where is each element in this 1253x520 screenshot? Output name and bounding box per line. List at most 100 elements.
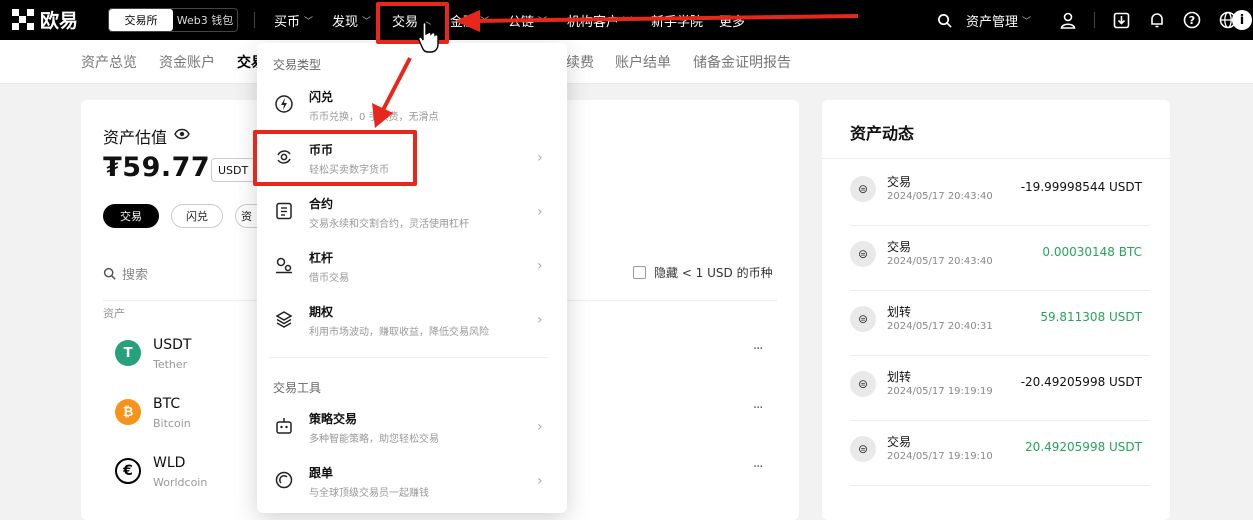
- nav-buy-crypto[interactable]: 买币 ﹀: [274, 0, 313, 40]
- nav-institutional[interactable]: 机构客户 ﹀: [567, 0, 632, 40]
- search-icon[interactable]: [934, 0, 954, 40]
- okx-logo-icon: [12, 8, 34, 31]
- trade-record-icon: ⊜: [850, 176, 876, 202]
- activity-row[interactable]: ⊜ 交易 2024/05/17 20:43:40 0.00030148 BTC: [850, 231, 1150, 291]
- copy-trade-icon: [273, 469, 295, 491]
- activity-type: 交易: [887, 240, 912, 254]
- svg-text:?: ?: [1189, 14, 1195, 27]
- menu-item-futures[interactable]: 合约 交易永续和交割合约，灵活使用杠杆 ›: [257, 190, 567, 244]
- hide-small-label: 隐藏 < 1 USD 的币种: [654, 266, 773, 280]
- user-icon[interactable]: [1058, 0, 1078, 40]
- checkbox[interactable]: [633, 266, 646, 279]
- asset-search[interactable]: 搜索: [103, 264, 148, 283]
- menu-item-trading-bots[interactable]: 策略交易 多种智能策略，助您轻松交易 ›: [257, 405, 567, 459]
- tab-statements[interactable]: 账户结单: [615, 52, 671, 72]
- activity-time: 2024/05/17 20:43:40: [887, 256, 993, 267]
- brand-logo[interactable]: 欧易: [12, 6, 78, 33]
- section-trade-types: 交易类型: [273, 58, 322, 72]
- activity-row[interactable]: ⊜ 划转 2024/05/17 20:40:31 59.811308 USDT: [850, 296, 1150, 356]
- asset-symbol: USDT: [153, 337, 192, 353]
- tab-fees[interactable]: 续费: [566, 52, 594, 72]
- menu-item-options[interactable]: 期权 利用市场波动，赚取收益，降低交易风险 ›: [257, 298, 567, 352]
- info-icon[interactable]: i: [1232, 10, 1252, 30]
- trade-dropdown-menu: 交易类型 闪兑 币币兑换，0 手续费，无滑点 币币 轻松买卖数字货币 › 合约 …: [257, 43, 567, 513]
- section-trade-tools: 交易工具: [273, 381, 322, 395]
- chevron-right-icon: ›: [537, 473, 543, 489]
- more-icon[interactable]: ···: [753, 401, 763, 416]
- brand-name: 欧易: [40, 10, 79, 32]
- activity-amount: -20.49205998 USDT: [1020, 375, 1142, 389]
- search-icon: [103, 267, 116, 280]
- tab-proof-of-reserves[interactable]: 储备金证明报告: [693, 52, 791, 72]
- chevron-down-icon: ﹀: [362, 16, 372, 27]
- wld-icon: €: [115, 458, 141, 484]
- eye-icon[interactable]: [174, 127, 190, 141]
- asset-sub-nav: 资产总览 资金账户 交易 续费 账户结单 储备金证明报告: [0, 40, 1253, 84]
- chevron-right-icon: ›: [537, 150, 543, 166]
- asset-symbol: BTC: [153, 396, 181, 412]
- activity-title: 资产动态: [850, 124, 915, 143]
- activity-time: 2024/05/17 20:43:40: [887, 191, 993, 202]
- asset-symbol: WLD: [153, 455, 186, 471]
- trade-record-icon: ⊜: [850, 436, 876, 462]
- web3-wallet-tab[interactable]: Web3 钱包: [173, 9, 237, 31]
- help-icon[interactable]: ?: [1182, 0, 1202, 40]
- tab-funding-account[interactable]: 资金账户: [159, 52, 215, 72]
- highlight-spot-item: [253, 130, 417, 186]
- bell-icon[interactable]: [1147, 0, 1167, 40]
- flash-icon: [273, 93, 295, 115]
- bot-icon: [273, 415, 295, 437]
- chevron-down-icon: ﹀: [538, 16, 548, 27]
- more-icon[interactable]: ···: [753, 460, 763, 475]
- asset-value: ₮59.77: [103, 152, 211, 183]
- chevron-right-icon: ›: [537, 204, 543, 220]
- convert-button[interactable]: 闪兑: [171, 204, 223, 228]
- chevron-down-icon: ﹀: [1022, 16, 1032, 27]
- activity-time: 2024/05/17 19:19:10: [887, 451, 993, 462]
- asset-name: Bitcoin: [153, 417, 191, 430]
- transfer-record-icon: ⊜: [850, 371, 876, 397]
- asset-name: Worldcoin: [153, 476, 208, 489]
- highlight-trade-nav: [376, 2, 449, 44]
- search-placeholder: 搜索: [122, 268, 149, 283]
- options-icon: [273, 308, 295, 330]
- nav-more[interactable]: 更多 ﹀: [719, 0, 758, 40]
- top-nav: 欧易 交易所 Web3 钱包 买币 ﹀ 发现 ﹀ 交易 ︿ 金融 ﹀ 公链 ﹀ 机构客户 ﹀…: [0, 0, 1253, 40]
- menu-item-convert[interactable]: 闪兑 币币兑换，0 手续费，无滑点: [257, 83, 567, 137]
- asset-name: Tether: [153, 358, 188, 371]
- activity-amount: 0.00030148 BTC: [1042, 245, 1142, 259]
- platform-switch: 交易所 Web3 钱包: [108, 8, 238, 32]
- trade-button[interactable]: 交易: [103, 204, 159, 228]
- chevron-right-icon: ›: [537, 312, 543, 328]
- activity-row[interactable]: ⊜ 交易 2024/05/17 20:43:40 -19.99998544 US…: [850, 166, 1150, 226]
- menu-item-margin[interactable]: 杠杆 借币交易 ›: [257, 244, 567, 298]
- hide-small-balances-toggle[interactable]: 隐藏 < 1 USD 的币种: [633, 264, 773, 281]
- exchange-tab[interactable]: 交易所: [109, 9, 173, 31]
- chevron-down-icon: ﹀: [623, 16, 633, 27]
- activity-amount: -19.99998544 USDT: [1020, 180, 1142, 194]
- tab-overview[interactable]: 资产总览: [81, 52, 137, 72]
- divider: [269, 357, 549, 358]
- nav-academy[interactable]: 新手学院: [651, 0, 703, 40]
- trade-record-icon: ⊜: [850, 241, 876, 267]
- activity-amount: 59.811308 USDT: [1040, 310, 1142, 324]
- nav-discover[interactable]: 发现 ﹀: [332, 0, 371, 40]
- asset-activity-card: 资产动态 ⊜ 交易 2024/05/17 20:43:40 -19.999985…: [822, 100, 1170, 520]
- more-icon[interactable]: ···: [753, 342, 763, 357]
- activity-type: 交易: [887, 175, 912, 189]
- activity-amount: 20.49205998 USDT: [1025, 440, 1142, 454]
- asset-management-menu[interactable]: 资产管理 ﹀: [966, 0, 1031, 40]
- download-icon[interactable]: [1111, 0, 1131, 40]
- usdt-icon: T: [115, 340, 141, 366]
- btc-icon: ₿: [115, 399, 141, 425]
- activity-time: 2024/05/17 19:19:19: [887, 386, 993, 397]
- nav-finance[interactable]: 金融 ﹀: [450, 0, 489, 40]
- nav-chain[interactable]: 公链 ﹀: [508, 0, 547, 40]
- leverage-icon: [273, 254, 295, 276]
- activity-time: 2024/05/17 20:40:31: [887, 321, 993, 332]
- chevron-right-icon: ›: [537, 258, 543, 274]
- activity-row[interactable]: ⊜ 划转 2024/05/17 19:19:19 -20.49205998 US…: [850, 361, 1150, 421]
- activity-type: 交易: [887, 435, 912, 449]
- activity-row[interactable]: ⊜ 交易 2024/05/17 19:19:10 20.49205998 USD…: [850, 426, 1150, 486]
- activity-type: 划转: [887, 370, 912, 384]
